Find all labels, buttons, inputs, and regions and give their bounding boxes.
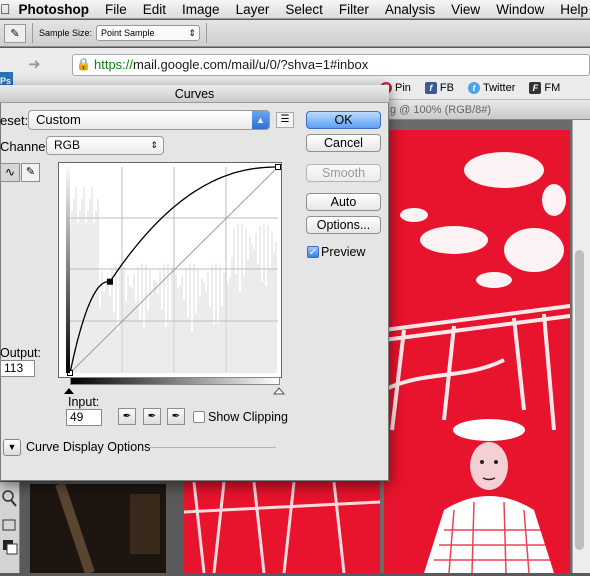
bookmarks-bar: PPin fFB tTwitter FFM [380,80,560,96]
select-arrows-icon[interactable]: ▲ [252,111,269,129]
preview-checkbox[interactable]: ✓ [307,246,319,258]
options-bar: ✎ Sample Size: Point Sample [0,20,590,47]
menu-view[interactable]: View [443,0,488,19]
menu-image[interactable]: Image [174,0,228,19]
divider [206,23,208,43]
tools-panel[interactable] [0,482,20,573]
bookmark-label: Pin [395,82,411,94]
document-title[interactable]: g @ 100% (RGB/8#) [380,100,590,120]
preset-options-icon[interactable]: ☰ [276,112,294,128]
white-eyedropper-icon[interactable]: ✒ [167,408,185,425]
histogram [69,187,277,373]
bookmark-label: Twitter [482,82,516,94]
black-eyedropper-icon[interactable]: ✒ [118,408,136,425]
curve-plot [67,164,281,376]
secondary-image[interactable] [30,482,166,575]
tools-icons [2,490,18,555]
show-clipping-checkbox[interactable] [193,411,205,423]
menu-help[interactable]: Help [552,0,590,19]
preset-select[interactable]: Custom [28,110,270,130]
input-gradient-bar [70,377,280,385]
disclosure-triangle-icon[interactable]: ▼ [3,439,21,456]
lock-icon: 🔒 [76,57,91,71]
menu-photoshop[interactable]: Photoshop [11,0,98,19]
photo-image [384,130,570,573]
url-scheme: https:// [94,57,134,72]
divider [32,23,33,43]
menu-filter[interactable]: Filter [331,0,377,19]
eyedropper-tool-icon[interactable]: ✎ [4,23,26,43]
show-clipping-label: Show Clipping [208,410,288,424]
preview-label: Preview [321,245,366,259]
sample-size-select[interactable]: Point Sample [96,25,201,41]
options-button[interactable]: Options... [306,216,381,234]
curves-graph[interactable] [58,162,282,378]
output-label: Output: [0,346,41,360]
bookmark-twitter[interactable]: t Twitter [467,82,516,94]
output-field[interactable]: 113 [0,360,35,377]
twitter-icon: t [467,82,480,94]
cancel-button[interactable]: Cancel [306,134,381,152]
divider [150,447,276,448]
curve-display-options-label: Curve Display Options [26,440,151,454]
menu-bar:  Photoshop File Edit Image Layer Select… [0,0,590,19]
red-photo-lower [184,482,380,573]
channel-label: Channel: [0,139,53,154]
auto-button[interactable]: Auto [306,193,381,211]
black-point-slider-icon[interactable] [64,388,74,394]
dialog-title[interactable]: Curves [0,85,389,103]
apple-icon[interactable]:  [0,1,11,17]
gray-eyedropper-icon[interactable]: ✒ [143,408,161,425]
menu-analysis[interactable]: Analysis [377,0,443,19]
menu-window[interactable]: Window [488,0,552,19]
menu-edit[interactable]: Edit [135,0,174,19]
bookmark-fb[interactable]: f FB [424,82,454,94]
menu-file[interactable]: File [97,0,135,19]
curve-control-point[interactable] [275,164,281,170]
facebook-icon: f [424,82,437,94]
menu-layer[interactable]: Layer [228,0,278,19]
input-field[interactable]: 49 [66,409,102,426]
sample-size-label: Sample Size: [39,28,93,38]
url-path: mail.google.com/mail/u/0/?shva=1#inbox [133,57,369,72]
scrollbar-thumb[interactable] [575,250,584,550]
curve-control-point[interactable] [106,278,113,285]
channel-select[interactable]: RGB [46,136,164,155]
input-label: Input: [68,395,100,409]
image-canvas[interactable] [384,130,570,573]
preset-label: eset: [0,113,29,128]
fm-icon: F [529,82,542,94]
white-point-slider-icon[interactable] [272,387,286,395]
url-text[interactable]: https://mail.google.com/mail/u/0/?shva=1… [94,57,368,72]
bookmark-label: FM [544,82,561,94]
forward-arrow-icon[interactable]: ➜ [28,55,41,73]
smooth-button[interactable]: Smooth [306,164,381,182]
dark-photo [30,482,166,575]
output-gradient-bar [66,164,70,373]
ok-button[interactable]: OK [306,111,381,129]
curve-edit-icon[interactable]: ∿ [0,163,20,182]
pencil-icon[interactable]: ✎ [21,163,40,182]
bookmark-label: FB [439,82,454,94]
menu-select[interactable]: Select [277,0,331,19]
bookmark-fm[interactable]: F FM [529,82,560,94]
secondary-canvas[interactable] [184,482,380,573]
